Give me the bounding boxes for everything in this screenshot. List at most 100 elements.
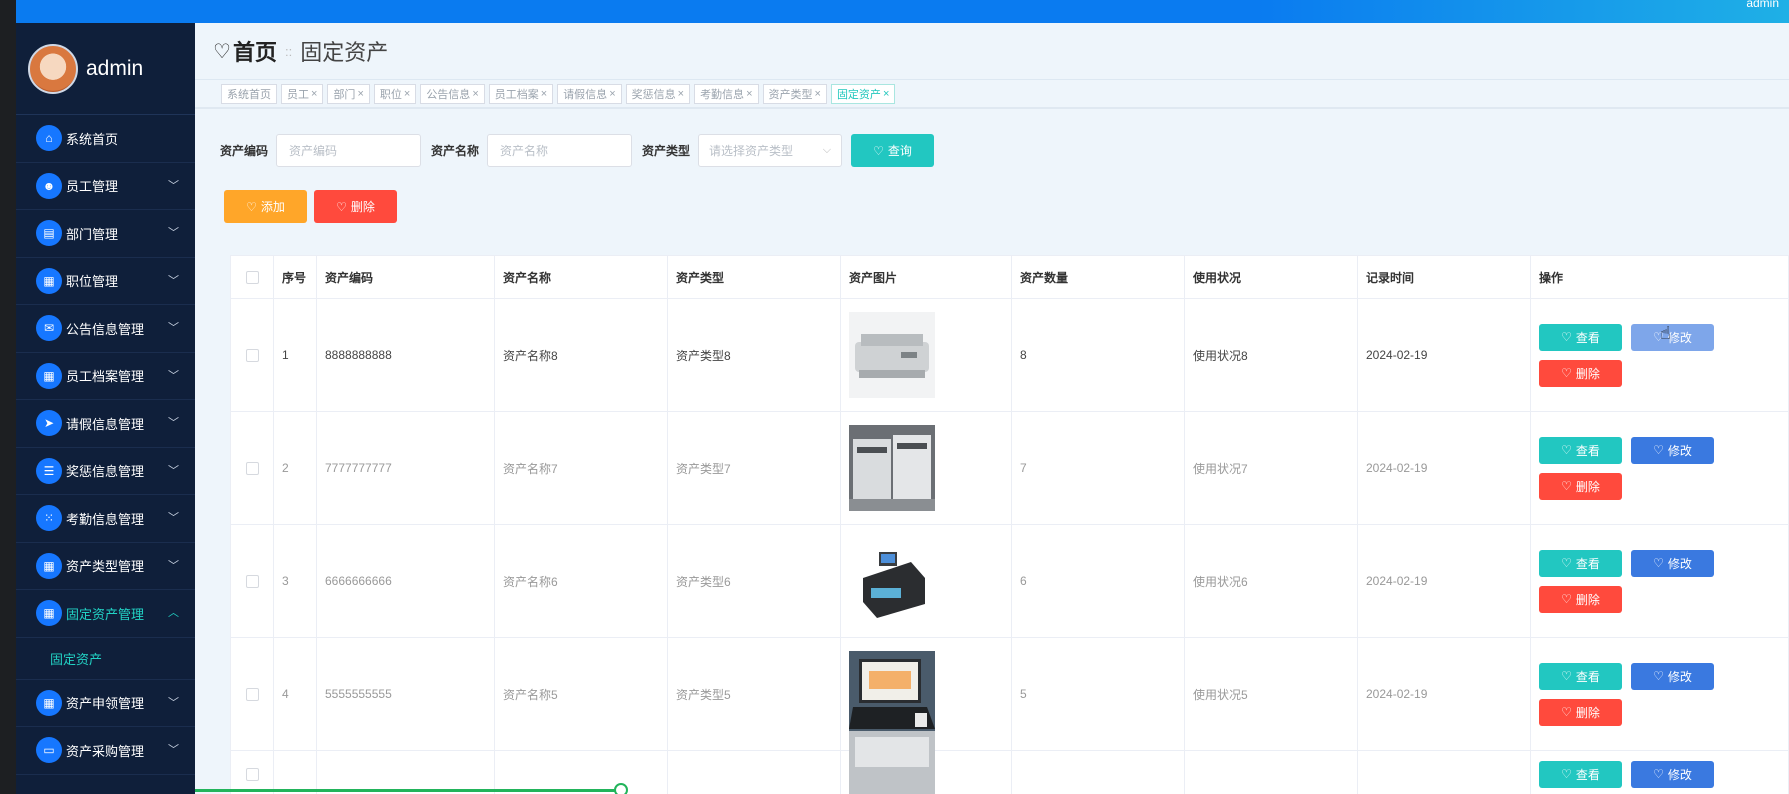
delete-button-label: 删除 xyxy=(1575,705,1600,720)
sidebar-item-3[interactable]: ▦ 职位管理 ﹀ xyxy=(16,258,195,305)
edit-button[interactable]: ♡ 修改 xyxy=(1631,760,1714,788)
device-image[interactable] xyxy=(849,731,935,794)
sidebar-item-8[interactable]: ⁙ 考勤信息管理 ﹀ xyxy=(16,495,195,543)
asset-type-select[interactable]: 请选择资产类型 ⌵ xyxy=(698,134,843,167)
tag-2[interactable]: 部门 × xyxy=(327,83,370,104)
tag-4[interactable]: 公告信息 × xyxy=(420,83,485,104)
view-button-label: 查看 xyxy=(1575,669,1600,684)
delete-button[interactable]: ♡ 删除 xyxy=(1539,585,1622,613)
asset-name-input[interactable]: 资产名称 xyxy=(487,134,633,167)
tag-5[interactable]: 员工档案 × xyxy=(488,83,554,104)
edit-button[interactable]: ♡ 修改 xyxy=(1631,549,1714,577)
checkbox[interactable] xyxy=(245,270,259,284)
window-edge xyxy=(0,0,16,794)
view-button-label: 查看 xyxy=(1575,330,1600,345)
tag-9[interactable]: 资产类型 × xyxy=(762,83,827,104)
close-icon[interactable]: × xyxy=(311,88,317,100)
close-icon[interactable]: × xyxy=(357,88,363,100)
tag-8[interactable]: 考勤信息 × xyxy=(694,83,759,104)
checkbox[interactable] xyxy=(245,461,259,475)
sidebar-item-0[interactable]: ⌂ 系统首页 xyxy=(16,115,195,163)
checkbox[interactable] xyxy=(245,687,259,701)
query-button[interactable]: ♡ 查询 xyxy=(851,134,935,167)
view-button-label: 查看 xyxy=(1575,443,1600,458)
asset-type-placeholder: 请选择资产类型 xyxy=(709,144,794,158)
edit-button[interactable]: ♡ 修改 xyxy=(1631,323,1714,351)
row-actions: ♡ 查看 ♡ 修改 ♡ 删除 xyxy=(1539,323,1719,387)
close-icon[interactable]: × xyxy=(883,88,889,100)
add-button[interactable]: ♡ 添加 xyxy=(224,190,307,223)
close-icon[interactable]: × xyxy=(815,88,821,100)
sidebar-item-2[interactable]: ▤ 部门管理 ﹀ xyxy=(16,210,195,258)
view-button[interactable]: ♡ 查看 xyxy=(1539,436,1622,464)
topbar-username[interactable]: admin xyxy=(1746,0,1779,10)
sidebar-item-1[interactable]: ☻ 员工管理 ﹀ xyxy=(16,163,195,210)
delete-button[interactable]: ♡ 删除 xyxy=(1539,359,1622,387)
sidebar-item-4[interactable]: ✉ 公告信息管理 ﹀ xyxy=(16,305,195,353)
sidebar-item-12[interactable]: ▭ 资产采购管理 ﹀ xyxy=(16,727,195,775)
sidebar-item-6[interactable]: ➤ 请假信息管理 ﹀ xyxy=(16,400,195,448)
cell-image xyxy=(841,299,1012,411)
view-button[interactable]: ♡ 查看 xyxy=(1539,323,1622,351)
copier-image[interactable] xyxy=(849,425,935,511)
sidebar-item-11[interactable]: ▦ 资产申领管理 ﹀ xyxy=(16,680,195,727)
cell-actions: ♡ 查看 ♡ 修改 ♡ 删除 xyxy=(1531,412,1784,524)
tag-1[interactable]: 员工 × xyxy=(281,83,324,104)
money-counter-image[interactable] xyxy=(849,538,935,624)
view-button[interactable]: ♡ 查看 xyxy=(1539,549,1622,577)
checkbox[interactable] xyxy=(245,767,259,781)
cell-time: 2024-02-19 xyxy=(1358,525,1531,637)
row-checkbox-cell[interactable] xyxy=(231,299,274,411)
sidebar-item-10[interactable]: ▦ 固定资产管理 ︿ xyxy=(16,590,195,638)
tag-0[interactable]: 系统首页 xyxy=(221,83,277,104)
sidebar-item-9[interactable]: ▦ 资产类型管理 ﹀ xyxy=(16,543,195,590)
batch-delete-label: 删除 xyxy=(350,200,375,214)
chevron-down-icon: ﹀ xyxy=(168,559,179,572)
chevron-up-icon: ︿ xyxy=(168,607,179,619)
pointer-cursor-icon: ☝ xyxy=(1660,323,1671,343)
breadcrumb-home[interactable]: 首页 xyxy=(233,35,277,67)
edit-button[interactable]: ♡ 修改 xyxy=(1631,436,1714,464)
close-icon[interactable]: × xyxy=(541,88,547,100)
home-icon: ⌂ xyxy=(36,125,62,152)
row-checkbox-cell[interactable] xyxy=(231,412,274,524)
select-all-checkbox[interactable] xyxy=(231,256,274,298)
close-icon[interactable]: × xyxy=(404,88,410,100)
submenu-item-fixed-assets[interactable]: 固定资产 xyxy=(16,638,195,680)
view-button[interactable]: ♡ 查看 xyxy=(1539,662,1622,690)
scroll-handle[interactable] xyxy=(614,783,628,794)
cell-type: 资产类型8 xyxy=(668,299,841,411)
tag-10[interactable]: 固定资产 × xyxy=(830,83,896,104)
sidebar-item-7[interactable]: ☰ 奖惩信息管理 ﹀ xyxy=(16,448,195,495)
view-button[interactable]: ♡ 查看 xyxy=(1539,760,1622,788)
horizontal-scrollbar[interactable] xyxy=(195,789,622,792)
tag-6[interactable]: 请假信息 × xyxy=(557,83,622,104)
sidebar-item-label: 请假信息管理 xyxy=(66,416,145,432)
tag-7[interactable]: 奖惩信息 × xyxy=(625,83,691,104)
close-icon[interactable]: × xyxy=(472,88,478,100)
delete-button[interactable]: ♡ 删除 xyxy=(1539,698,1622,726)
close-icon[interactable]: × xyxy=(609,88,615,100)
heart-icon: ♡ xyxy=(213,40,231,63)
sidebar-item-5[interactable]: ▦ 员工档案管理 ﹀ xyxy=(16,353,195,400)
checkbox[interactable] xyxy=(245,574,259,588)
row-checkbox-cell[interactable] xyxy=(231,525,274,637)
tag-3[interactable]: 职位 × xyxy=(373,83,417,104)
checkbox[interactable] xyxy=(245,348,259,362)
view-button-label: 查看 xyxy=(1575,767,1600,782)
close-icon[interactable]: × xyxy=(678,88,684,100)
batch-delete-button[interactable]: ♡ 删除 xyxy=(314,190,397,223)
heart-icon: ♡ xyxy=(1561,669,1572,683)
list-icon: ☰ xyxy=(36,457,62,484)
tag-label: 请假信息 xyxy=(563,88,608,101)
edit-button[interactable]: ♡ 修改 xyxy=(1631,662,1714,690)
asset-code-input[interactable]: 资产编码 xyxy=(276,134,422,167)
cell-code: 8888888888 xyxy=(317,299,495,411)
close-icon[interactable]: × xyxy=(746,88,752,100)
delete-button[interactable]: ♡ 删除 xyxy=(1539,472,1622,500)
row-checkbox-cell[interactable] xyxy=(231,638,274,750)
sidebar-item-label: 系统首页 xyxy=(66,131,119,147)
row-checkbox-cell[interactable] xyxy=(231,751,274,794)
laptop-image[interactable] xyxy=(849,651,935,737)
printer-image[interactable] xyxy=(849,312,935,398)
